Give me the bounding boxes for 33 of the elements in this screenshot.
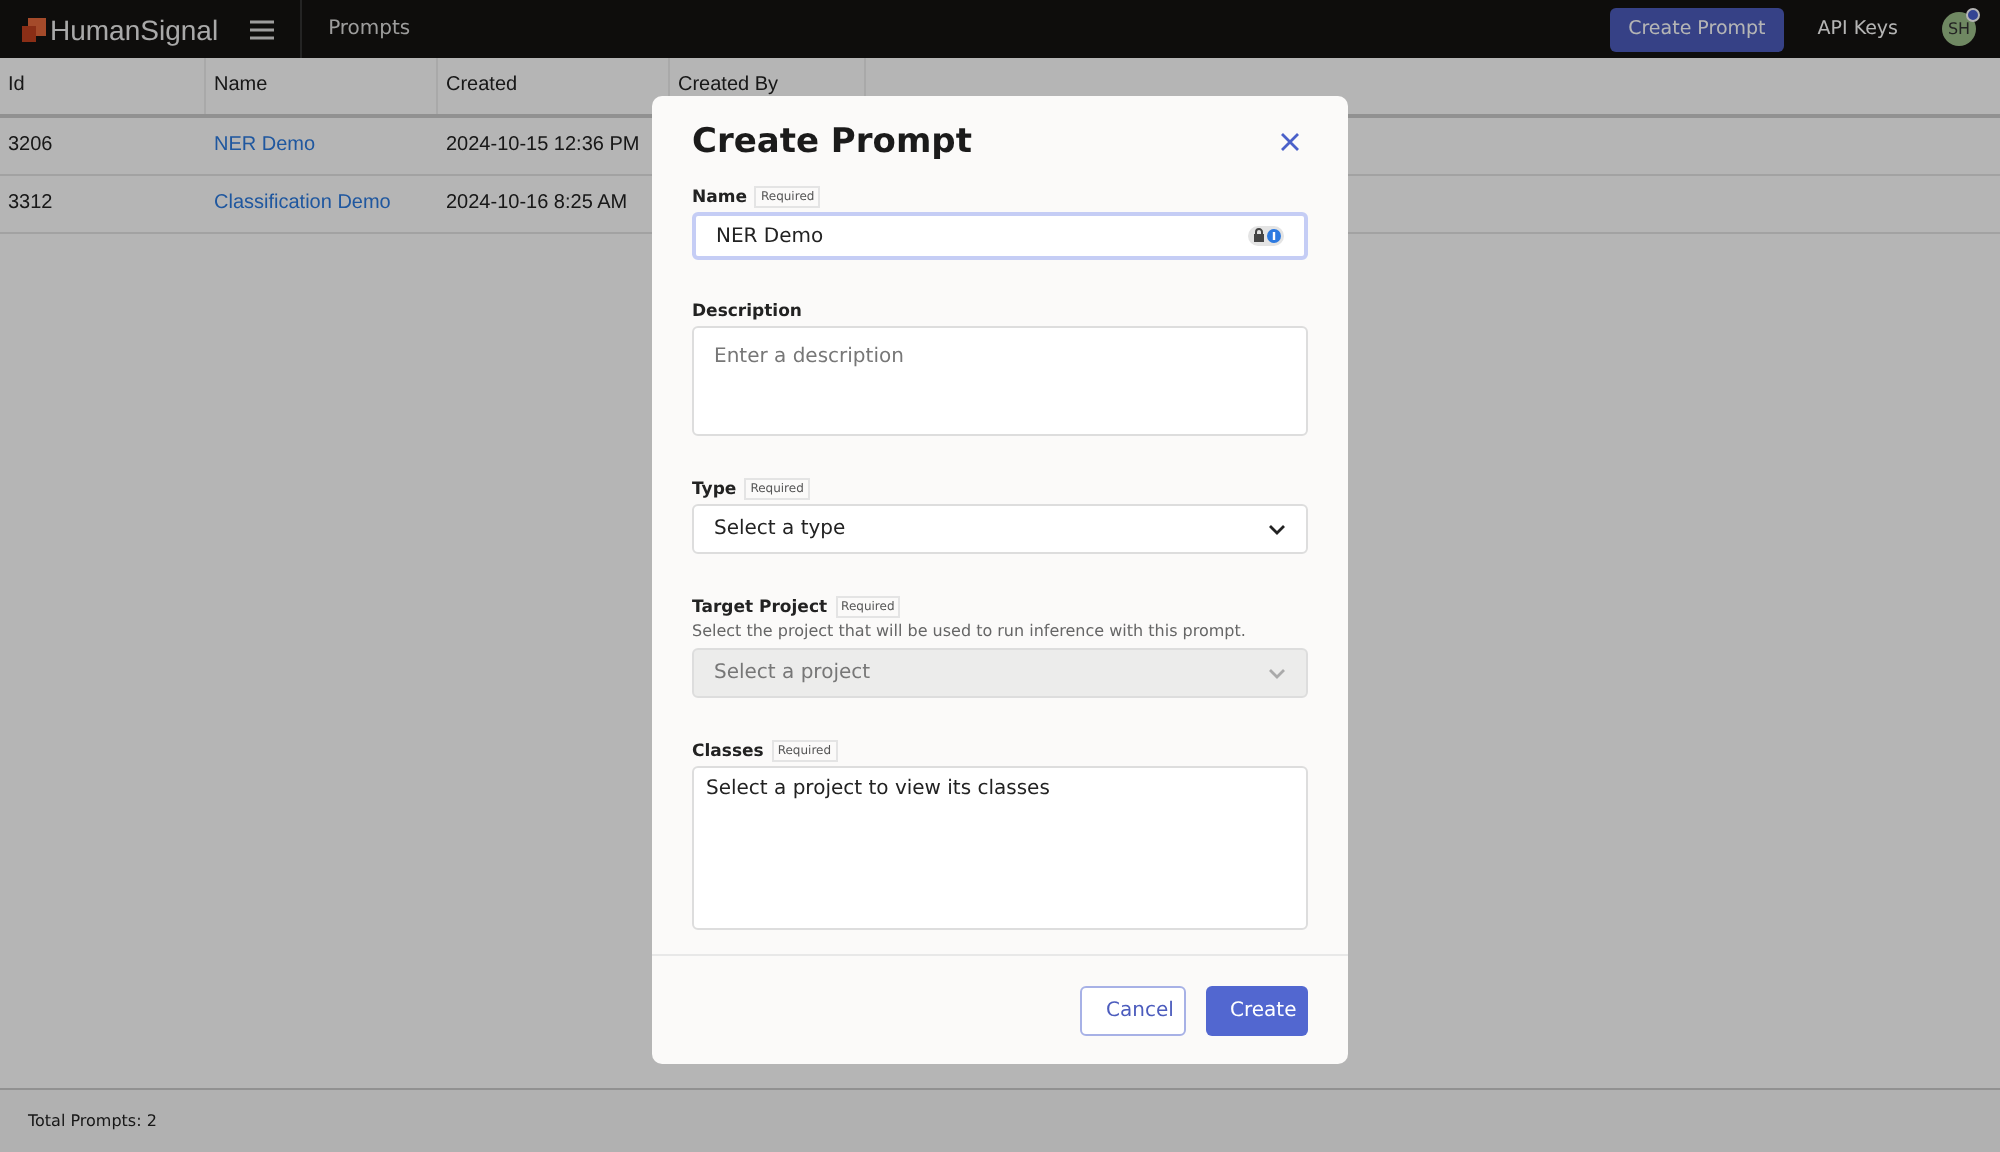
cancel-button[interactable]: Cancel [1080, 985, 1186, 1035]
select-dropdown[interactable]: Select a type [692, 504, 1308, 554]
modal-title: Create Prompt [692, 122, 972, 162]
field-label: Target Project [692, 597, 828, 617]
avatar[interactable]: SH [1942, 12, 1976, 46]
prompt-link[interactable]: Classification Demo [214, 192, 391, 214]
table-cell-text: 3312 [6, 190, 55, 218]
column-header[interactable]: Id [0, 58, 206, 114]
logo-text: HumanSignal [50, 13, 219, 45]
column-header[interactable]: Name [206, 58, 438, 114]
field-label: Classes [692, 741, 764, 761]
help-text: Select the project that will be used to run inference with this prompt. [692, 622, 1248, 640]
chevron-down-icon [1268, 667, 1286, 679]
menu-icon[interactable] [250, 19, 275, 39]
api-keys-link[interactable]: API Keys [1817, 18, 1898, 40]
classes-box: Select a project to view its classes [692, 766, 1308, 930]
prompt-link[interactable]: NER Demo [214, 134, 316, 156]
field-label: Type [692, 479, 737, 499]
password-manager-icon[interactable] [1248, 226, 1284, 246]
name-input[interactable]: NER Demo [692, 212, 1308, 260]
chevron-down-icon [1268, 523, 1286, 535]
table-cell-text: 2024-10-16 8:25 AM [444, 190, 630, 218]
create-button[interactable]: Create [1206, 985, 1308, 1035]
description-field[interactable]: Enter a description [692, 326, 1308, 436]
field-label: Name [692, 187, 747, 207]
total-count: Total Prompts: 2 [28, 1112, 157, 1130]
table-cell-text: 2024-10-15 12:36 PM [444, 132, 642, 160]
create-prompt-button[interactable]: Create Prompt [1610, 7, 1784, 51]
close-icon[interactable] [1280, 132, 1300, 152]
field-label: Description [692, 302, 802, 322]
page-title: Prompts [300, 0, 411, 58]
table-cell-text: 3206 [6, 132, 55, 160]
logo-icon [22, 17, 46, 41]
